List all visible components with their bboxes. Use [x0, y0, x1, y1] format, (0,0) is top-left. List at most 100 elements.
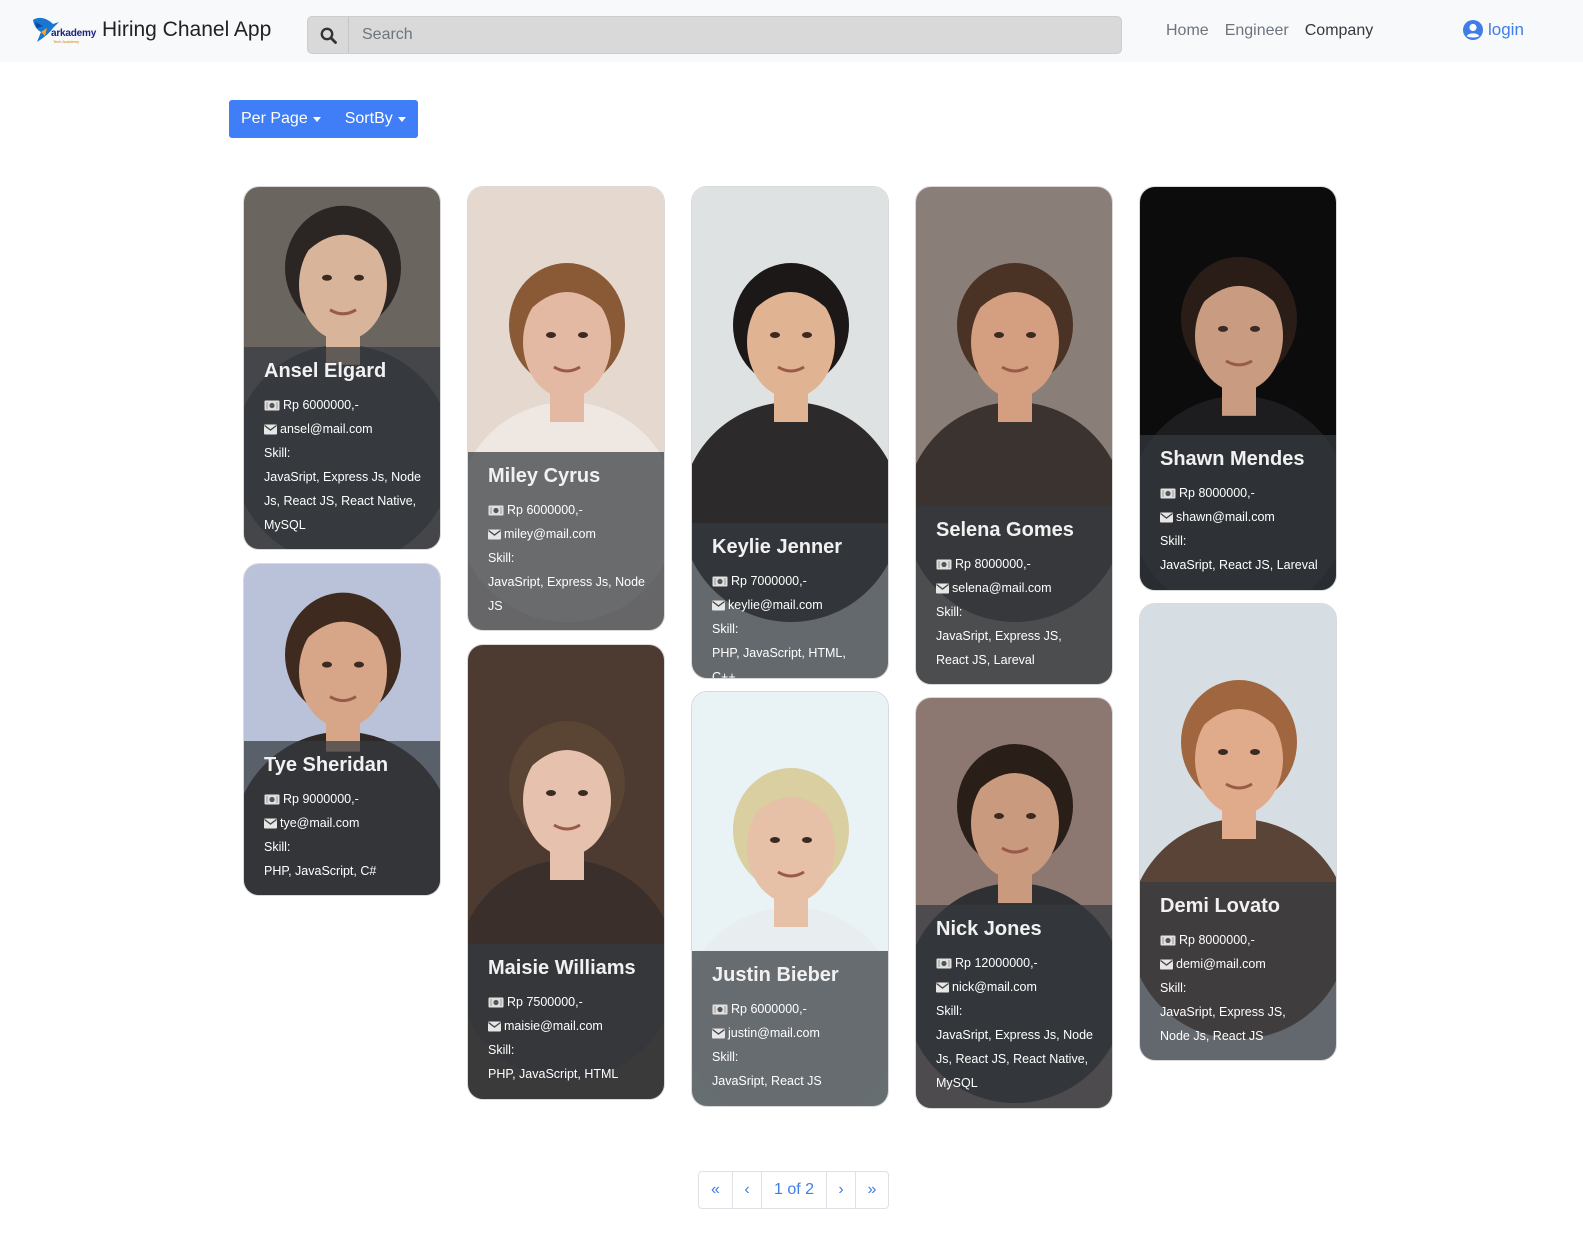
engineer-card[interactable]: Maisie Williams Rp 7500000,- maisie@mail.c… [467, 644, 665, 1100]
engineer-email-row: tye@mail.com [264, 811, 422, 835]
engineer-card[interactable]: Selena Gomes Rp 8000000,- selena@mail.com S… [915, 186, 1113, 685]
engineer-name: Keylie Jenner [712, 536, 843, 558]
envelope-icon [264, 818, 277, 829]
engineer-name: Nick Jones [936, 918, 1042, 940]
page-prev-button[interactable]: ‹ [733, 1172, 762, 1208]
engineer-salary: Rp 6000000,- [731, 1002, 807, 1016]
engineer-card[interactable]: Nick Jones Rp 12000000,- nick@mail.com Skil… [915, 697, 1113, 1109]
logo-text: arkademy [51, 28, 97, 39]
envelope-icon [712, 1028, 725, 1039]
engineer-salary-row: Rp 6000000,- [712, 997, 870, 1021]
brand[interactable]: arkademy Tech Academy Hiring Chanel App [31, 14, 271, 46]
page-current[interactable]: 1 of 2 [762, 1172, 827, 1208]
engineer-email-row: nick@mail.com [936, 975, 1094, 999]
engineer-email-row: ansel@mail.com [264, 417, 422, 441]
engineer-name: Demi Lovato [1160, 895, 1281, 917]
page-next-button[interactable]: › [827, 1172, 856, 1208]
engineer-skills: JavaSript, React JS, Lareval [1160, 558, 1318, 572]
engineer-email: tye@mail.com [280, 816, 360, 830]
engineer-email-row: keylie@mail.com [712, 593, 870, 617]
envelope-icon [264, 424, 277, 435]
login-link[interactable]: login [1463, 20, 1524, 40]
engineer-email: miley@mail.com [504, 527, 596, 541]
engineer-email-row: demi@mail.com [1160, 952, 1318, 976]
user-circle-icon [1463, 20, 1483, 40]
engineer-salary: Rp 12000000,- [955, 956, 1038, 970]
engineer-info: Demi Lovato Rp 8000000,- demi@mail.com Skil… [1140, 882, 1336, 1060]
envelope-icon [488, 529, 501, 540]
envelope-icon [936, 583, 949, 594]
search-input[interactable] [349, 17, 1121, 53]
engineer-skills: JavaSript, Express JS, React JS, Lareval [936, 629, 1062, 667]
engineer-info: Nick Jones Rp 12000000,- nick@mail.com Skil… [916, 905, 1112, 1108]
engineer-salary: Rp 7500000,- [507, 995, 583, 1009]
engineer-skills: JavaSript, Express Js, Node Js, React JS… [264, 470, 422, 532]
search-button[interactable] [308, 17, 349, 53]
engineer-email: nick@mail.com [952, 980, 1037, 994]
engineer-salary-row: Rp 6000000,- [488, 498, 646, 522]
nav-company[interactable]: Company [1305, 22, 1373, 40]
engineer-salary-row: Rp 8000000,- [1160, 481, 1318, 505]
engineer-card[interactable]: Keylie Jenner Rp 7000000,- keylie@mail.com… [691, 186, 889, 679]
engineer-info: Maisie Williams Rp 7500000,- maisie@mail.c… [468, 944, 664, 1099]
per-page-dropdown[interactable]: Per Page [229, 100, 333, 138]
skill-label: Skill: [1160, 981, 1187, 995]
page-first-button[interactable]: « [699, 1172, 733, 1208]
engineer-email: ansel@mail.com [280, 422, 373, 436]
engineer-salary-row: Rp 6000000,- [264, 393, 422, 417]
engineer-card[interactable]: Shawn Mendes Rp 8000000,- shawn@mail.com Sk… [1139, 186, 1337, 591]
engineer-card[interactable]: Ansel Elgard Rp 6000000,- ansel@mail.com Sk… [243, 186, 441, 550]
search-icon [320, 27, 337, 44]
engineer-email-row: shawn@mail.com [1160, 505, 1318, 529]
sort-by-label: SortBy [344, 110, 393, 127]
engineer-name: Ansel Elgard [264, 360, 387, 382]
engineer-card[interactable]: Demi Lovato Rp 8000000,- demi@mail.com Skil… [1139, 603, 1337, 1061]
skill-label: Skill: [264, 840, 291, 854]
engineer-email-row: selena@mail.com [936, 576, 1094, 600]
money-bill-icon [1160, 488, 1176, 499]
envelope-icon [488, 1021, 501, 1032]
skill-label: Skill: [712, 1050, 739, 1064]
skill-label: Skill: [264, 446, 291, 460]
engineer-name: Maisie Williams [488, 957, 636, 979]
engineer-salary: Rp 8000000,- [1179, 933, 1255, 947]
engineer-skills: JavaSript, Express Js, Node JS [488, 575, 646, 613]
engineer-skills: JavaSript, Express JS, Node Js, React JS [1160, 1005, 1286, 1043]
engineer-email: maisie@mail.com [504, 1019, 603, 1033]
toolbar-button-group: Per Page SortBy [229, 100, 418, 138]
engineer-salary-row: Rp 8000000,- [936, 552, 1094, 576]
engineer-email: shawn@mail.com [1176, 510, 1275, 524]
page-last-button[interactable]: » [856, 1172, 888, 1208]
nav-engineer[interactable]: Engineer [1225, 22, 1289, 40]
engineer-salary: Rp 7000000,- [731, 574, 807, 588]
envelope-icon [1160, 959, 1173, 970]
engineer-card[interactable]: Tye Sheridan Rp 9000000,- tye@mail.com Skil… [243, 563, 441, 896]
engineer-card[interactable]: Justin Bieber Rp 6000000,- justin@mail.com… [691, 691, 889, 1107]
engineer-salary: Rp 6000000,- [507, 503, 583, 517]
engineer-info: Tye Sheridan Rp 9000000,- tye@mail.com Skil… [244, 741, 440, 895]
engineer-info: Shawn Mendes Rp 8000000,- shawn@mail.com Sk… [1140, 435, 1336, 590]
engineer-info: Justin Bieber Rp 6000000,- justin@mail.com… [692, 951, 888, 1106]
money-bill-icon [488, 997, 504, 1008]
money-bill-icon [1160, 935, 1176, 946]
money-bill-icon [712, 1004, 728, 1015]
engineer-salary-row: Rp 7500000,- [488, 990, 646, 1014]
skill-label: Skill: [712, 622, 739, 636]
engineer-skills: JavaSript, React JS [712, 1074, 822, 1088]
nav-home[interactable]: Home [1166, 22, 1209, 40]
engineer-card[interactable]: Miley Cyrus Rp 6000000,- miley@mail.com Ski… [467, 186, 665, 631]
sort-by-dropdown[interactable]: SortBy [333, 100, 418, 138]
skill-label: Skill: [936, 605, 963, 619]
engineer-skills: PHP, JavaScript, HTML [488, 1067, 619, 1081]
engineer-skills: JavaSript, Express Js, Node Js, React JS… [936, 1028, 1094, 1090]
envelope-icon [936, 982, 949, 993]
engineer-info: Ansel Elgard Rp 6000000,- ansel@mail.com Sk… [244, 347, 440, 549]
logo-subtext: Tech Academy [53, 39, 80, 44]
money-bill-icon [264, 794, 280, 805]
skill-label: Skill: [488, 1043, 515, 1057]
engineer-info: Selena Gomes Rp 8000000,- selena@mail.com S… [916, 506, 1112, 684]
engineer-salary: Rp 8000000,- [1179, 486, 1255, 500]
skill-label: Skill: [488, 551, 515, 565]
engineer-name: Shawn Mendes [1160, 448, 1305, 470]
search-bar [307, 16, 1122, 54]
